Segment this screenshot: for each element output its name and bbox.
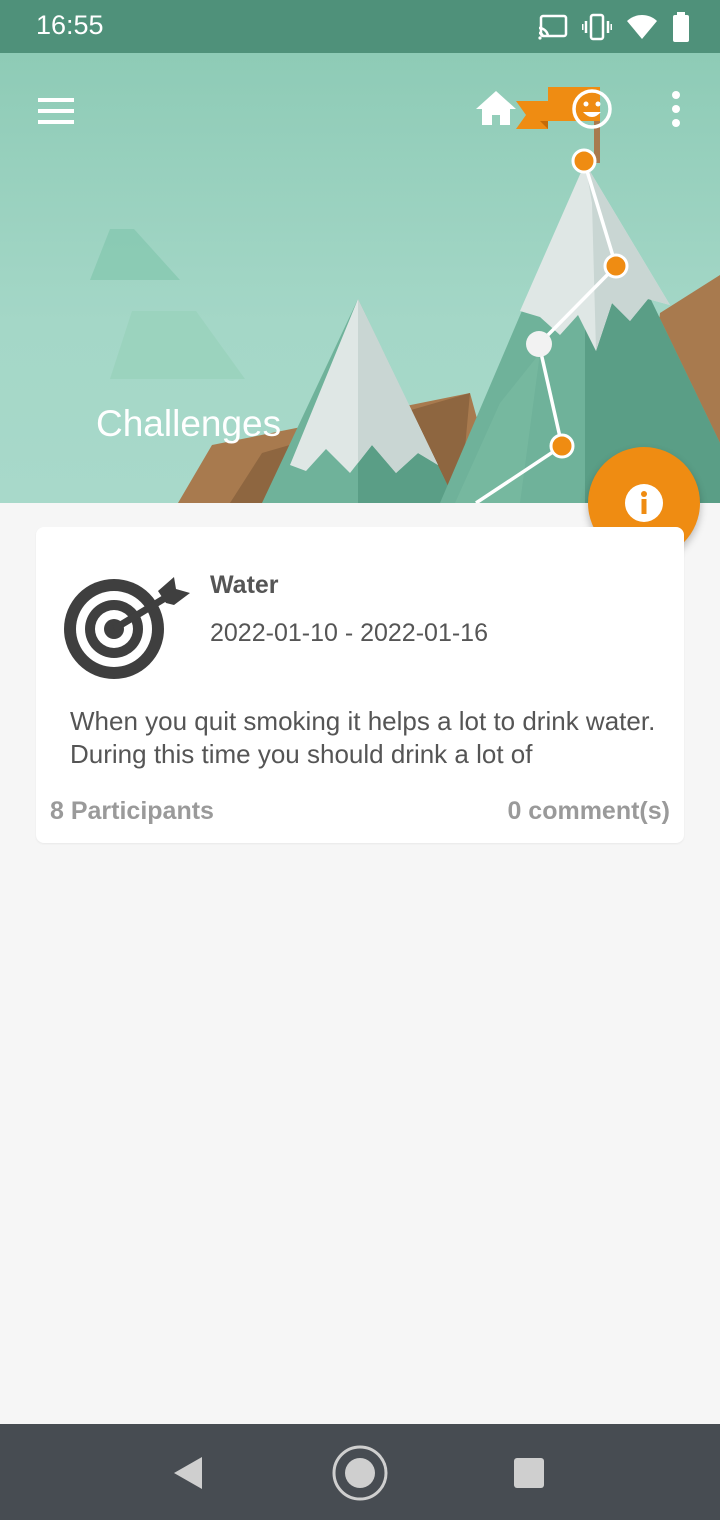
status-icons <box>538 12 690 42</box>
menu-button[interactable] <box>30 89 82 133</box>
back-icon <box>174 1457 202 1489</box>
challenge-description: When you quit smoking it helps a lot to … <box>70 706 656 769</box>
wifi-icon <box>627 15 657 39</box>
info-icon <box>625 484 663 522</box>
target-icon <box>64 577 190 679</box>
home-button[interactable] <box>472 87 520 131</box>
home-nav-button[interactable] <box>330 1443 390 1503</box>
challenge-title: Water <box>210 571 279 599</box>
challenge-card[interactable]: Water 2022-01-10 - 2022-01-16 When you q… <box>36 527 684 843</box>
battery-icon <box>673 12 689 42</box>
comments-count[interactable]: 0 comment(s) <box>507 797 670 826</box>
more-options-button[interactable] <box>656 87 696 131</box>
back-button[interactable] <box>166 1450 212 1496</box>
challenge-dates: 2022-01-10 - 2022-01-16 <box>210 619 488 647</box>
header-banner: Challenges <box>0 53 720 503</box>
smiley-icon <box>572 89 612 129</box>
profile-button[interactable] <box>566 83 618 135</box>
more-vert-icon <box>672 91 680 127</box>
system-nav-bar <box>0 1424 720 1520</box>
cast-icon <box>538 14 568 40</box>
recent-apps-button[interactable] <box>510 1454 548 1492</box>
participants-count[interactable]: 8 Participants <box>50 797 214 826</box>
menu-icon <box>38 98 74 124</box>
status-time: 16:55 <box>36 10 104 40</box>
status-bar: 16:55 <box>0 0 720 53</box>
home-circle-icon <box>332 1445 388 1501</box>
vibrate-icon <box>582 13 612 41</box>
recent-apps-icon <box>514 1458 544 1488</box>
home-icon <box>476 91 516 125</box>
page-title: Challenges <box>96 403 282 444</box>
